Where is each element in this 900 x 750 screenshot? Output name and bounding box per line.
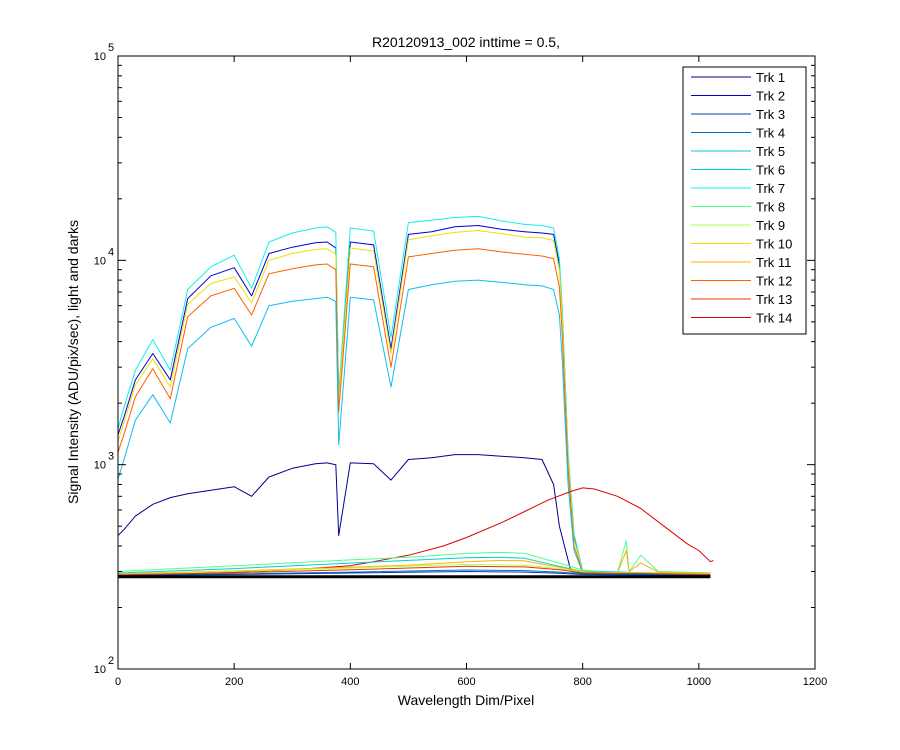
legend-entry-label: Trk 12 <box>756 274 792 289</box>
x-axis-label: Wavelength Dim/Pixel <box>398 692 534 708</box>
y-tick-label-exponent: 5 <box>108 42 114 54</box>
x-tick-label: 800 <box>573 676 591 688</box>
x-tick-label: 0 <box>115 676 121 688</box>
legend: Trk 1 Trk 2 Trk 3 Trk 4 Trk 5 Trk 6 Trk 7 Trk 8… <box>682 66 807 335</box>
y-tick-label-exponent: 3 <box>108 451 114 463</box>
y-tick-label-exponent: 2 <box>108 655 114 667</box>
legend-entry-label: Trk 5 <box>756 144 785 159</box>
chart: R20120913_002 inttime = 0.5, 0 200 400 600 8… <box>0 0 900 750</box>
legend-entry-label: Trk 7 <box>756 181 785 196</box>
legend-entry-label: Trk 9 <box>756 218 785 233</box>
legend-entry-label: Trk 2 <box>756 89 785 104</box>
legend-entry-label: Trk 8 <box>756 200 785 215</box>
legend-entry-label: Trk 6 <box>756 163 785 178</box>
legend-entry-label: Trk 11 <box>756 255 791 270</box>
x-tick-label: 200 <box>225 676 243 688</box>
legend-entry-label: Trk 14 <box>756 311 792 326</box>
legend-entry-label: Trk 13 <box>756 292 792 307</box>
legend-entry-label: Trk 1 <box>756 70 785 85</box>
x-tick-label: 600 <box>457 676 475 688</box>
y-tick-label-exponent: 4 <box>108 246 114 258</box>
y-tick-label-base: 10 <box>94 255 106 267</box>
x-tick-label: 1000 <box>687 676 711 688</box>
y-axis-label: Signal Intensity (ADU/pix/sec), light an… <box>65 220 81 504</box>
legend-entry-label: Trk 4 <box>756 126 785 141</box>
legend-entry-label: Trk 3 <box>756 107 785 122</box>
x-tick-label: 400 <box>341 676 359 688</box>
y-tick-label-base: 10 <box>94 51 106 63</box>
y-tick-label-base: 10 <box>94 460 106 472</box>
y-tick-label-base: 10 <box>94 664 106 676</box>
x-tick-label: 1200 <box>803 676 827 688</box>
legend-entry-label: Trk 10 <box>756 237 792 252</box>
chart-title: R20120913_002 inttime = 0.5, <box>372 34 560 50</box>
